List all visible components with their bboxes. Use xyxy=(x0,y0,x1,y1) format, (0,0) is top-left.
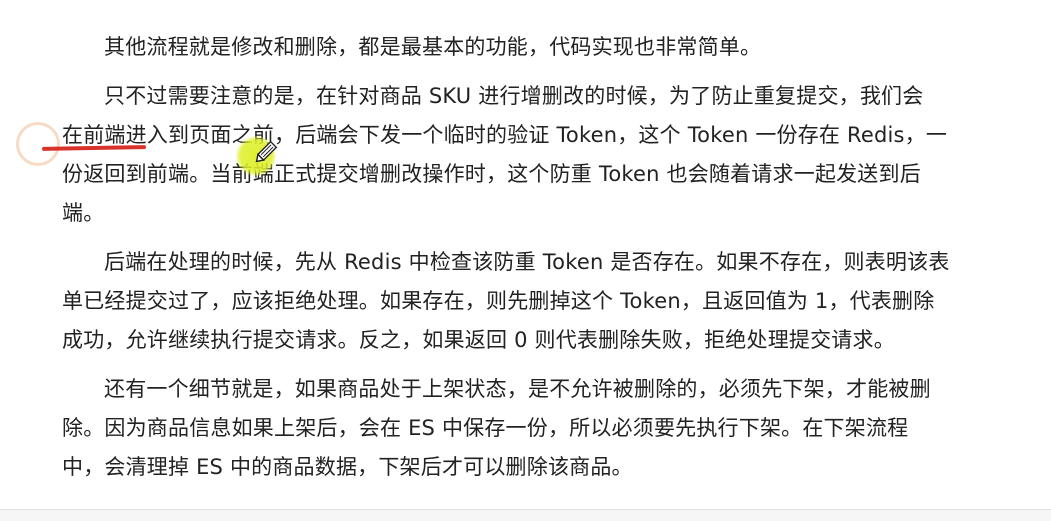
article-body: 其他流程就是修改和删除，都是最基本的功能，代码实现也非常简单。 只不过需要注意的… xyxy=(62,28,992,497)
text-line: 份返回到前端。当前端正式提交增删改操作时，这个防重 Token 也会随着请求一起… xyxy=(62,162,921,186)
text-line: 后端在处理的时候，先从 Redis 中检查该防重 Token 是否存在。如果不存… xyxy=(104,250,950,274)
text-line: 端。 xyxy=(62,201,105,225)
text-line: 中，会清理掉 ES 中的商品数据，下架后才可以删除该商品。 xyxy=(62,455,633,479)
paragraph-4: 还有一个细节就是，如果商品处于上架状态，是不允许被删除的，必须先下架，才能被删 … xyxy=(62,370,992,487)
text-line: 在前端进入到页面之前，后端会下发一个临时的验证 Token，这个 Token 一… xyxy=(62,123,948,147)
text-line: 还有一个细节就是，如果商品处于上架状态，是不允许被删除的，必须先下架，才能被删 xyxy=(104,377,931,401)
text-line: 单已经提交过了，应该拒绝处理。如果存在，则先删掉这个 Token，且返回值为 1… xyxy=(62,289,935,313)
text-line: 只不过需要注意的是，在针对商品 SKU 进行增删改的时候，为了防止重复提交，我们… xyxy=(104,84,924,108)
bottom-bar xyxy=(0,510,1051,521)
pen-cursor-icon xyxy=(252,140,278,170)
text-line: 成功，允许继续执行提交请求。反之，如果返回 0 则代表删除失败，拒绝处理提交请求… xyxy=(62,328,895,352)
paragraph-3: 后端在处理的时候，先从 Redis 中检查该防重 Token 是否存在。如果不存… xyxy=(62,243,992,360)
paragraph-1: 其他流程就是修改和删除，都是最基本的功能，代码实现也非常简单。 xyxy=(62,28,992,67)
text-line: 其他流程就是修改和删除，都是最基本的功能，代码实现也非常简单。 xyxy=(104,35,762,59)
text-line: 除。因为商品信息如果上架后，会在 ES 中保存一份，所以必须要先执行下架。在下架… xyxy=(62,416,909,440)
click-ring-indicator xyxy=(16,122,60,166)
paragraph-2: 只不过需要注意的是，在针对商品 SKU 进行增删改的时候，为了防止重复提交，我们… xyxy=(62,77,992,233)
